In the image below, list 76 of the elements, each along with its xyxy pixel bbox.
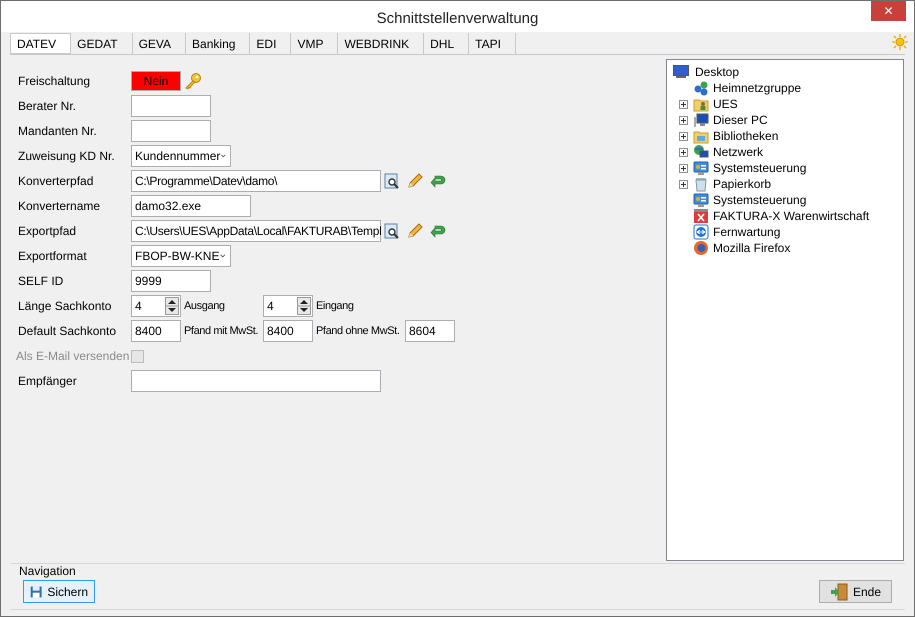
field-label: Konvertername xyxy=(18,198,102,215)
field-label: Pfand mit MwSt. xyxy=(183,324,260,339)
field-label: Exportformat xyxy=(18,248,88,265)
tree-item[interactable]: Mozilla Firefox xyxy=(713,239,790,257)
spinner-arrows-icon xyxy=(165,297,179,315)
monitor-icon xyxy=(673,65,689,79)
close-button[interactable]: ✕ xyxy=(871,1,906,21)
control-panel-icon xyxy=(693,160,709,176)
field-label: Ausgang xyxy=(183,298,226,314)
expand-plus-icon[interactable] xyxy=(678,164,688,172)
input-field[interactable]: 9999 xyxy=(131,270,211,292)
group-title: Navigation xyxy=(19,563,76,580)
control-panel-icon xyxy=(693,192,709,208)
tree-item[interactable]: Papierkorb xyxy=(713,175,772,193)
tree-item[interactable]: Netzwerk xyxy=(713,143,764,161)
browser-icon xyxy=(693,240,709,256)
field-label: Freischaltung xyxy=(18,73,92,90)
door-exit-icon xyxy=(830,582,848,600)
input-field[interactable] xyxy=(131,95,211,117)
field-label: SELF ID xyxy=(18,273,64,290)
spin-field[interactable]: 4 xyxy=(263,295,313,317)
field-label: Pfand ohne MwSt. xyxy=(315,324,400,339)
expand-plus-icon[interactable] xyxy=(678,180,688,188)
field-label: Mandanten Nr. xyxy=(18,123,98,140)
field-label: Default Sachkonto xyxy=(18,323,118,340)
exit-button[interactable]: Ende xyxy=(819,580,892,603)
expand-plus-icon[interactable] xyxy=(678,116,688,124)
tree-item[interactable]: UES xyxy=(713,95,738,113)
tree-item[interactable]: Desktop xyxy=(695,63,740,81)
field-label: Exportpfad xyxy=(18,223,78,240)
tree-item[interactable]: FAKTURA-X Warenwirtschaft xyxy=(713,207,870,225)
tree-item[interactable]: Fernwartung xyxy=(713,223,780,241)
path-field[interactable]: C:\Users\UES\AppData\Local\FAKTURAB\Templ xyxy=(131,220,381,242)
input-field[interactable] xyxy=(131,370,381,392)
field-label: Als E-Mail versenden xyxy=(16,348,129,365)
key-icon[interactable] xyxy=(184,72,202,90)
computer-icon xyxy=(693,112,709,128)
globe-monitor-icon xyxy=(693,144,709,160)
spin-field[interactable]: 4 xyxy=(131,295,181,317)
path-field[interactable]: C:\Programme\Datev\damo\ xyxy=(131,170,381,192)
status-indicator: Nein xyxy=(131,71,181,91)
pencil-icon[interactable] xyxy=(407,223,423,239)
field-label: Konverterpfad xyxy=(18,173,94,190)
input-field[interactable]: 8400 xyxy=(131,320,181,342)
tree-item[interactable]: Heimnetzgruppe xyxy=(713,79,802,97)
window-title: Schnittstellenverwaltung xyxy=(376,9,538,29)
browse-icon[interactable] xyxy=(384,223,400,239)
expand-plus-icon[interactable] xyxy=(678,148,688,156)
remote-support-icon xyxy=(693,224,709,240)
field-label: Zuweisung KD Nr. xyxy=(18,148,116,165)
dropdown[interactable]: Kundennummer xyxy=(131,145,231,167)
input-field[interactable]: 8400 xyxy=(263,320,313,342)
undo-arrow-icon[interactable] xyxy=(430,223,446,239)
trash-icon xyxy=(693,176,709,192)
spinner-arrows-icon xyxy=(297,297,311,315)
field-label: Eingang xyxy=(315,298,355,314)
network-icon xyxy=(693,80,709,96)
input-field[interactable]: damo32.exe xyxy=(131,195,251,217)
field-label: Empfänger xyxy=(18,373,78,390)
input-field[interactable] xyxy=(131,120,211,142)
expand-plus-icon[interactable] xyxy=(678,132,688,140)
tab[interactable]: DATEV xyxy=(10,33,72,54)
expand-plus-icon[interactable] xyxy=(678,100,688,108)
tree-item[interactable]: Dieser PC xyxy=(713,111,768,129)
tree-item[interactable]: Systemsteuerung xyxy=(713,191,806,209)
tree-item[interactable]: Bibliotheken xyxy=(713,127,778,145)
pencil-icon[interactable] xyxy=(407,173,423,189)
save-button[interactable]: Sichern xyxy=(23,580,95,603)
app-icon xyxy=(693,208,709,224)
field-label: Länge Sachkonto xyxy=(18,298,112,315)
undo-arrow-icon[interactable] xyxy=(430,173,446,189)
dropdown[interactable]: FBOP-BW-KNE xyxy=(131,245,231,267)
browse-icon[interactable] xyxy=(384,173,400,189)
input-field[interactable]: 8604 xyxy=(405,320,455,342)
tree-item[interactable]: Systemsteuerung xyxy=(713,159,806,177)
field-label: Berater Nr. xyxy=(18,98,78,115)
